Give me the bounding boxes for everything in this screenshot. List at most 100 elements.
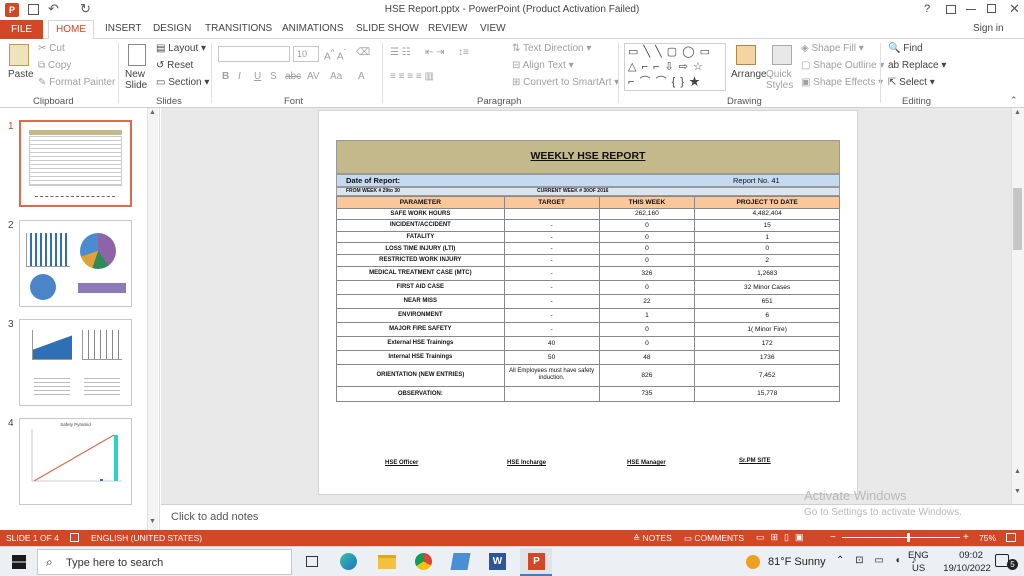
char-spacing-icon[interactable]: AV bbox=[307, 71, 320, 82]
italic-icon[interactable]: I bbox=[238, 71, 241, 82]
ribbon-display-icon[interactable] bbox=[946, 5, 956, 14]
file-explorer-icon[interactable] bbox=[378, 555, 396, 569]
clock-time[interactable]: 09:02 bbox=[945, 550, 997, 561]
slide-thumbnail-3[interactable] bbox=[19, 319, 132, 406]
shape-effects-button[interactable]: ▣ Shape Effects ▾ bbox=[801, 77, 883, 88]
tab-slide-show[interactable]: SLIDE SHOW bbox=[356, 23, 419, 34]
copy-button[interactable]: ⧉ Copy bbox=[38, 60, 71, 71]
table-cell: 0 bbox=[598, 230, 696, 244]
zoom-in-icon[interactable]: + bbox=[963, 532, 969, 543]
font-color-icon[interactable]: A bbox=[358, 71, 365, 82]
restore-icon[interactable] bbox=[987, 4, 996, 13]
table-cell: LOSS TIME INJURY (LTI) bbox=[336, 242, 505, 255]
comments-toggle[interactable]: ▭ COMMENTS bbox=[684, 533, 744, 544]
replace-button[interactable]: ab Replace ▾ bbox=[888, 60, 946, 71]
zoom-slider[interactable] bbox=[842, 537, 960, 538]
word-icon[interactable]: W bbox=[489, 553, 506, 570]
select-button[interactable]: ⇱ Select ▾ bbox=[888, 77, 935, 88]
next-slide-icon[interactable]: ▼ bbox=[1014, 488, 1021, 495]
font-size-input[interactable]: 10 bbox=[293, 46, 319, 62]
clear-format-icon[interactable]: ⌫ bbox=[356, 47, 370, 58]
bold-icon[interactable]: B bbox=[222, 71, 229, 82]
tab-view[interactable]: VIEW bbox=[480, 23, 506, 34]
paste-icon[interactable] bbox=[9, 44, 29, 66]
find-button[interactable]: 🔍 Find bbox=[888, 43, 923, 54]
language-indicator[interactable]: ENGLISH (UNITED STATES) bbox=[91, 533, 202, 543]
help-icon[interactable]: ? bbox=[924, 3, 930, 15]
tab-insert[interactable]: INSERT bbox=[105, 23, 142, 34]
text-direction-button[interactable]: ⇅ Text Direction ▾ bbox=[512, 43, 591, 54]
underline-icon[interactable]: U bbox=[254, 71, 261, 82]
tab-design[interactable]: DESIGN bbox=[153, 23, 191, 34]
task-view-icon[interactable] bbox=[306, 556, 318, 567]
weather-icon[interactable] bbox=[746, 555, 760, 569]
app-icon[interactable] bbox=[450, 553, 471, 570]
powerpoint-taskbar-icon[interactable]: P bbox=[520, 548, 552, 576]
tab-file[interactable]: FILE bbox=[0, 20, 43, 39]
weather-text[interactable]: 81°F Sunny bbox=[768, 556, 826, 568]
main-scroll-thumb[interactable] bbox=[1013, 188, 1022, 250]
section-button[interactable]: ▭ Section ▾ bbox=[156, 77, 209, 88]
search-box[interactable]: ⌕ Type here to search bbox=[37, 549, 292, 575]
chrome-icon[interactable] bbox=[415, 553, 432, 570]
font-name-input[interactable] bbox=[218, 46, 290, 62]
shape-fill-button[interactable]: ◈ Shape Fill ▾ bbox=[801, 43, 864, 54]
tab-review[interactable]: REVIEW bbox=[428, 23, 467, 34]
scroll-down-icon[interactable]: ▼ bbox=[149, 518, 156, 525]
shadow-icon[interactable]: S bbox=[270, 71, 277, 82]
arrange-icon[interactable] bbox=[736, 45, 756, 65]
arrange-button[interactable]: Arrange bbox=[731, 69, 767, 80]
quick-styles-button[interactable]: Quick Styles bbox=[766, 69, 796, 91]
align-icons[interactable]: ≡ ≡ ≡ ≡ ▥ bbox=[390, 71, 434, 82]
convert-smartart-button[interactable]: ⊞ Convert to SmartArt ▾ bbox=[512, 77, 619, 88]
tab-animations[interactable]: ANIMATIONS bbox=[282, 23, 343, 34]
new-slide-icon[interactable] bbox=[128, 44, 146, 66]
tab-home[interactable]: HOME bbox=[48, 20, 94, 40]
collapse-ribbon-icon[interactable]: ⌃ bbox=[1010, 95, 1018, 106]
line-spacing-icon[interactable]: ↕≡ bbox=[458, 47, 469, 58]
shapes-gallery[interactable]: ▭ ╲ ╲ ▢ ◯ ▭ △ ⌐ ⌐ ⇩ ⇨ ☆ ⌐ ⌒ ⌒ { } ★ bbox=[624, 43, 726, 91]
table-cell: 50 bbox=[503, 349, 600, 365]
paste-button[interactable]: Paste bbox=[8, 69, 34, 80]
slide-canvas[interactable]: WEEKLY HSE REPORT Date of Report: Report… bbox=[318, 110, 858, 495]
indent-icon[interactable]: ⇤ ⇥ bbox=[425, 47, 445, 58]
grow-font-icon[interactable]: A^ Aˇ bbox=[324, 47, 346, 62]
main-scrollbar[interactable] bbox=[1011, 108, 1024, 504]
scroll-up-icon[interactable]: ▲ bbox=[149, 109, 156, 116]
input-language[interactable]: ENG bbox=[908, 550, 929, 561]
slide-indicator[interactable]: SLIDE 1 OF 4 bbox=[6, 533, 59, 543]
reset-button[interactable]: ↺ Reset bbox=[156, 60, 193, 71]
fit-slide-icon[interactable] bbox=[1006, 533, 1016, 542]
thumb-scrollbar[interactable] bbox=[147, 108, 158, 530]
zoom-slider-thumb[interactable] bbox=[907, 533, 910, 542]
spellcheck-icon[interactable] bbox=[70, 533, 79, 542]
input-region[interactable]: US bbox=[912, 563, 925, 574]
zoom-out-icon[interactable]: − bbox=[830, 532, 836, 543]
activation-watermark-text: Go to Settings to activate Windows. bbox=[804, 507, 962, 518]
align-text-button[interactable]: ⊟ Align Text ▾ bbox=[512, 60, 574, 71]
close-icon[interactable]: ✕ bbox=[1009, 1, 1020, 17]
strikethrough-icon[interactable]: abc bbox=[285, 71, 301, 82]
clock-date[interactable]: 19/10/2022 bbox=[936, 563, 998, 574]
windows-start-icon[interactable] bbox=[12, 555, 26, 569]
tab-transitions[interactable]: TRANSITIONS bbox=[205, 23, 272, 34]
slide-thumbnail-1[interactable] bbox=[19, 120, 132, 207]
edge-icon[interactable] bbox=[340, 553, 357, 570]
scroll-up-icon[interactable]: ▲ bbox=[1014, 109, 1021, 116]
prev-slide-icon[interactable]: ▲ bbox=[1014, 468, 1021, 475]
minimize-icon[interactable] bbox=[966, 9, 976, 10]
slide-thumbnail-2[interactable] bbox=[19, 220, 132, 307]
quick-styles-icon[interactable] bbox=[772, 45, 792, 65]
slide-thumbnail-4[interactable]: Safety Pyramid bbox=[19, 418, 132, 505]
layout-button[interactable]: ▤ Layout ▾ bbox=[156, 43, 206, 54]
zoom-level[interactable]: 75% bbox=[979, 533, 996, 543]
shape-outline-button[interactable]: ▢ Shape Outline ▾ bbox=[801, 60, 884, 71]
new-slide-button[interactable]: New Slide bbox=[125, 69, 155, 91]
sign-in-link[interactable]: Sign in bbox=[973, 23, 1004, 34]
change-case-icon[interactable]: Aa bbox=[330, 71, 342, 82]
format-painter-button[interactable]: ✎ Format Painter bbox=[38, 77, 115, 88]
notes-toggle[interactable]: ≙ NOTES bbox=[633, 533, 672, 544]
cut-button[interactable]: ✂ Cut bbox=[38, 43, 65, 54]
bullets-icon[interactable]: ☰ ☷ bbox=[390, 47, 411, 58]
view-buttons[interactable]: ▭⊞▯▣ bbox=[756, 532, 810, 543]
